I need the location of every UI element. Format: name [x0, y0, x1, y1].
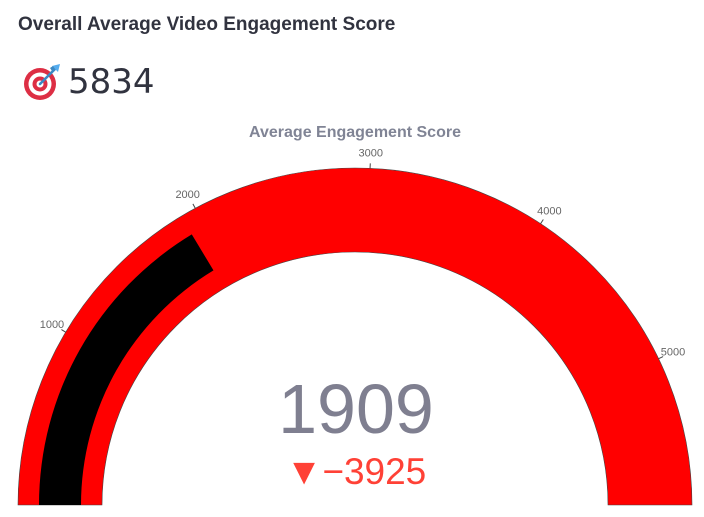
gauge-tick-label: 4000: [537, 205, 561, 217]
gauge-tick-mark: [540, 219, 544, 224]
gauge-tick-mark: [192, 203, 196, 209]
gauge-tick-label: 3000: [359, 147, 383, 159]
gauge-value: 1909: [278, 370, 434, 448]
gauge-chart: Average Engagement Score 1000 2000 3000 400…: [17, 124, 693, 506]
gauge-tick-label: 5000: [661, 347, 685, 359]
gauge-tick-label: 1000: [40, 319, 64, 331]
chart-title: Average Engagement Score: [249, 124, 461, 141]
gauge-tick-label: 2000: [175, 189, 199, 201]
gauge-delta: ▼−3925: [286, 451, 427, 492]
